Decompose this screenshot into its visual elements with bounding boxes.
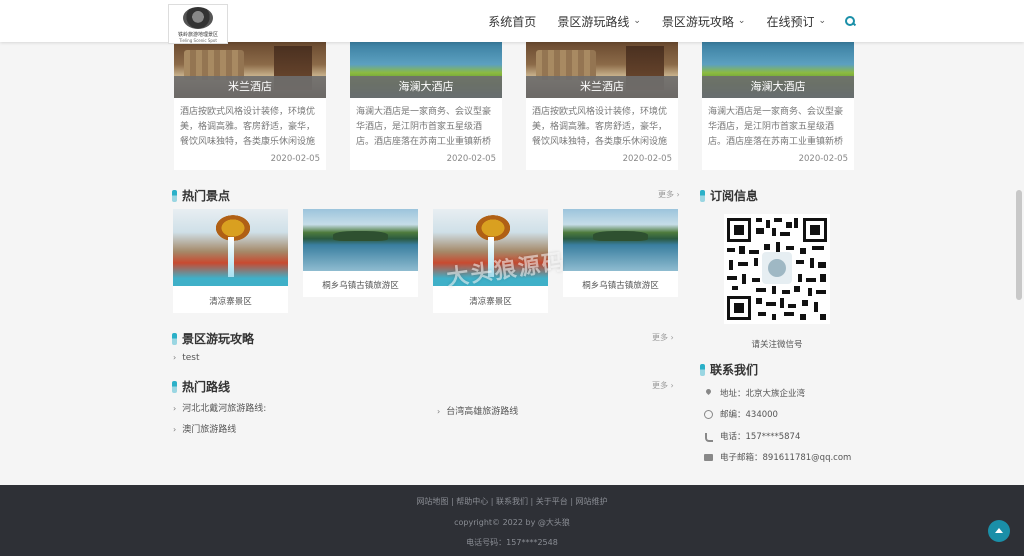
envelope-icon [704,453,713,461]
section-marker-icon [700,363,705,376]
hotel-name[interactable]: 米兰酒店 [174,76,326,98]
guides-more-link[interactable]: 更多 › [652,332,674,343]
footer-links[interactable]: 网站地图 | 帮助中心 | 联系我们 | 关于平台 | 网站维护 [0,496,1024,507]
hotel-date: 2020-02-05 [270,154,320,164]
chevron-down-icon: ⌄ [633,16,641,26]
chevron-down-icon: ⌄ [737,16,746,26]
site-logo[interactable]: 铁岭旅游地理景区 Tieling Scenic Spot [168,4,228,44]
contact-postcode: 邮编：434000 [704,408,778,420]
hotel-card[interactable]: 米兰酒店 酒店按欧式风格设计装修，环境优美，格调高雅。客房舒适，豪华，餐饮风味独… [526,42,678,170]
search-icon[interactable] [844,15,856,27]
spot-name[interactable]: 桐乡乌镇古镇旅游区 [563,279,678,291]
hotel-name[interactable]: 海澜大酒店 [702,76,854,98]
hotel-date: 2020-02-05 [446,154,496,164]
footer-copyright: copyright© 2022 by @大头狼 [454,518,570,527]
hotel-card[interactable]: 海澜大酒店 海澜大酒店是一家商务、会议型豪华酒店，是江阴市首家五星级酒店。酒店座… [702,42,854,170]
location-pin-icon [704,389,713,398]
footer-phone: 电话号码：157****2548 [466,538,558,547]
nav-booking[interactable]: 在线预订 ⌄ [766,13,826,30]
spot-image[interactable] [173,209,288,286]
wechat-qr-code [724,214,830,324]
spot-name[interactable]: 桐乡乌镇古镇旅游区 [303,279,418,291]
contact-phone: 电话：157****5874 [704,430,800,442]
section-marker-icon [172,189,177,202]
phone-icon [704,432,713,442]
contact-heading: 联系我们 [700,361,758,378]
logo-subtext: Tieling Scenic Spot [179,38,217,43]
hotel-name[interactable]: 米兰酒店 [526,76,678,98]
logo-text: 铁岭旅游地理景区 [177,32,218,38]
spot-name[interactable]: 清凉寨景区 [173,295,288,307]
postcode-icon [704,409,713,419]
hotel-name[interactable]: 海澜大酒店 [350,76,502,98]
subscribe-heading: 订阅信息 [700,187,758,204]
chevron-right-icon: › [173,425,177,434]
hotel-description: 酒店按欧式风格设计装修，环境优美，格调高雅。客房舒适，豪华，餐饮风味独特，各类康… [180,107,316,147]
hotel-description: 海澜大酒店是一家商务、会议型豪华酒店，是江阴市首家五星级酒店。酒店座落在苏南工业… [356,107,492,147]
top-header: 铁岭旅游地理景区 Tieling Scenic Spot 系统首页 景区游玩路线… [0,0,1024,44]
hot-spots-more-link[interactable]: 更多 › [658,189,680,200]
site-footer: 网站地图 | 帮助中心 | 联系我们 | 关于平台 | 网站维护 copyrig… [0,485,1024,556]
hotel-date: 2020-02-05 [798,154,848,164]
contact-email[interactable]: 电子邮箱：891611781@qq.com [704,451,851,463]
route-list-item[interactable]: › 河北北戴河旅游路线: [173,401,266,414]
chevron-right-icon: › [173,353,177,362]
hot-spots-heading: 热门景点 [172,187,230,204]
page-scrollbar[interactable] [1016,190,1022,300]
spot-card[interactable]: 桐乡乌镇古镇旅游区 [303,209,418,297]
contact-address: 地址：北京大族企业湾 [704,387,805,399]
hotel-description: 酒店按欧式风格设计装修，环境优美，格调高雅。客房舒适，豪华，餐饮风味独特，各类康… [532,107,668,147]
spot-card[interactable]: 清凉寨景区 [173,209,288,313]
spot-image[interactable] [563,209,678,271]
routes-more-link[interactable]: 更多 › [652,380,674,391]
routes-heading: 热门路线 [172,378,230,395]
hotel-card[interactable]: 米兰酒店 酒店按欧式风格设计装修，环境优美，格调高雅。客房舒适，豪华，餐饮风味独… [174,42,326,170]
logo-emblem-icon [183,7,213,29]
hotel-card[interactable]: 海澜大酒店 海澜大酒店是一家商务、会议型豪华酒店，是江阴市首家五星级酒店。酒店座… [350,42,502,170]
qr-code-icon [724,214,830,324]
chevron-down-icon: ⌄ [818,16,826,26]
hotel-description: 海澜大酒店是一家商务、会议型豪华酒店，是江阴市首家五星级酒店。酒店座落在苏南工业… [708,107,844,147]
nav-routes[interactable]: 景区游玩路线 ⌄ [557,13,641,30]
section-marker-icon [700,189,705,202]
main-nav: 系统首页 景区游玩路线 ⌄ 景区游玩攻略 ⌄ 在线预订 ⌄ [467,0,856,42]
spot-image[interactable] [303,209,418,271]
nav-home[interactable]: 系统首页 [488,13,536,30]
guides-heading: 景区游玩攻略 [172,330,254,347]
hotel-date: 2020-02-05 [622,154,672,164]
nav-guides[interactable]: 景区游玩攻略 ⌄ [662,13,746,30]
qr-caption: 请关注微信号 [751,340,803,350]
chevron-right-icon: › [173,404,177,413]
spot-card[interactable]: 桐乡乌镇古镇旅游区 [563,209,678,297]
route-list-item[interactable]: › 澳门旅游路线 [173,422,236,435]
section-marker-icon [172,380,177,393]
guide-list-item[interactable]: › test [173,353,200,363]
chevron-right-icon: › [437,407,441,416]
back-to-top-button[interactable] [988,520,1010,542]
route-list-item[interactable]: › 台湾高雄旅游路线 [437,404,518,417]
spot-name[interactable]: 清凉寨景区 [433,295,548,307]
section-marker-icon [172,332,177,345]
